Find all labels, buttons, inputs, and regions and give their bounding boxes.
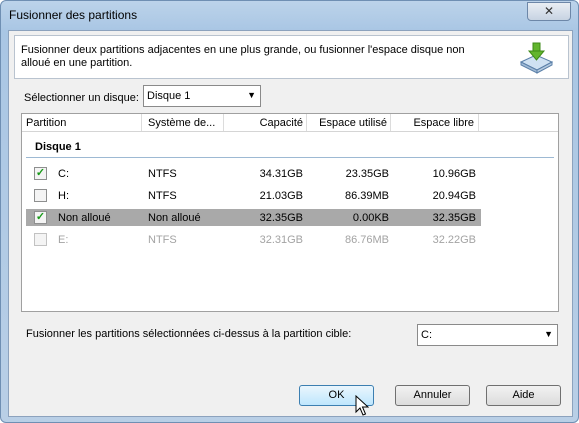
partition-capacity: 34.31GB <box>259 168 303 180</box>
partition-checkbox[interactable] <box>34 189 47 202</box>
partition-free: 10.96GB <box>432 168 476 180</box>
partition-checkbox[interactable]: ✓ <box>34 167 47 180</box>
partition-capacity: 32.35GB <box>259 212 303 224</box>
title-bar: Fusionner des partitions ✕ <box>1 1 578 30</box>
list-header: Partition Système de... Capacité Espace … <box>22 114 558 132</box>
partition-row-disabled: E: NTFS 32.31GB 86.76MB 32.22GB <box>26 231 481 248</box>
partition-row-selected[interactable]: ✓ Non alloué Non alloué 32.35GB 0.00KB 3… <box>26 209 481 226</box>
partition-name: C: <box>58 168 69 180</box>
partition-checkbox <box>34 233 47 246</box>
partition-list: Partition Système de... Capacité Espace … <box>21 113 559 312</box>
partition-capacity: 21.03GB <box>259 190 303 202</box>
partition-row[interactable]: ✓ C: NTFS 34.31GB 23.35GB 10.96GB <box>26 165 481 182</box>
chevron-down-icon: ▼ <box>544 329 553 339</box>
help-button[interactable]: Aide <box>486 385 561 406</box>
partition-free: 32.35GB <box>432 212 476 224</box>
partition-free: 20.94GB <box>432 190 476 202</box>
description-text: Fusionner deux partitions adjacentes en … <box>21 44 465 69</box>
partition-name: Non alloué <box>58 212 111 224</box>
disk-select-value: Disque 1 <box>147 90 191 102</box>
cancel-button[interactable]: Annuler <box>395 385 470 406</box>
close-button[interactable]: ✕ <box>527 2 571 21</box>
partition-row[interactable]: H: NTFS 21.03GB 86.39MB 20.94GB <box>26 187 481 204</box>
column-capacity[interactable]: Capacité <box>225 117 303 131</box>
partition-free: 32.22GB <box>432 234 476 246</box>
partition-checkbox[interactable]: ✓ <box>34 211 47 224</box>
partition-name: H: <box>58 190 69 202</box>
column-divider[interactable] <box>223 114 224 131</box>
merge-partition-icon <box>519 42 554 74</box>
close-icon: ✕ <box>543 4 555 18</box>
column-filesystem[interactable]: Système de... <box>148 117 215 131</box>
partition-filesystem: NTFS <box>148 190 177 202</box>
description-panel: Fusionner deux partitions adjacentes en … <box>14 35 569 79</box>
column-divider[interactable] <box>141 114 142 131</box>
partition-used: 86.39MB <box>344 190 389 202</box>
window-title: Fusionner des partitions <box>9 8 138 22</box>
dialog-body: Fusionner deux partitions adjacentes en … <box>8 30 573 417</box>
target-partition-value: C: <box>421 329 432 341</box>
check-icon: ✓ <box>35 211 46 223</box>
chevron-down-icon: ▼ <box>247 90 256 100</box>
partition-used: 0.00KB <box>352 212 389 224</box>
group-divider <box>26 157 554 158</box>
partition-filesystem: NTFS <box>148 168 177 180</box>
check-icon: ✓ <box>35 167 46 179</box>
disk-select-label: Sélectionner un disque: <box>24 92 139 104</box>
partition-capacity: 32.31GB <box>259 234 303 246</box>
partition-used: 86.76MB <box>344 234 389 246</box>
target-partition-select[interactable]: C: ▼ <box>417 324 558 346</box>
disk-group-label: Disque 1 <box>35 141 81 153</box>
merge-partitions-dialog: Fusionner des partitions ✕ Fusionner deu… <box>0 0 579 423</box>
partition-filesystem: NTFS <box>148 234 177 246</box>
partition-name: E: <box>58 234 69 246</box>
partition-used: 23.35GB <box>345 168 389 180</box>
column-used[interactable]: Espace utilisé <box>307 117 387 131</box>
disk-select[interactable]: Disque 1 ▼ <box>143 85 261 107</box>
partition-filesystem: Non alloué <box>148 212 201 224</box>
mouse-pointer-icon <box>355 395 369 416</box>
column-partition[interactable]: Partition <box>26 117 66 131</box>
target-partition-label: Fusionner les partitions sélectionnées c… <box>26 328 352 340</box>
column-divider[interactable] <box>478 114 479 131</box>
column-free[interactable]: Espace libre <box>391 117 474 131</box>
